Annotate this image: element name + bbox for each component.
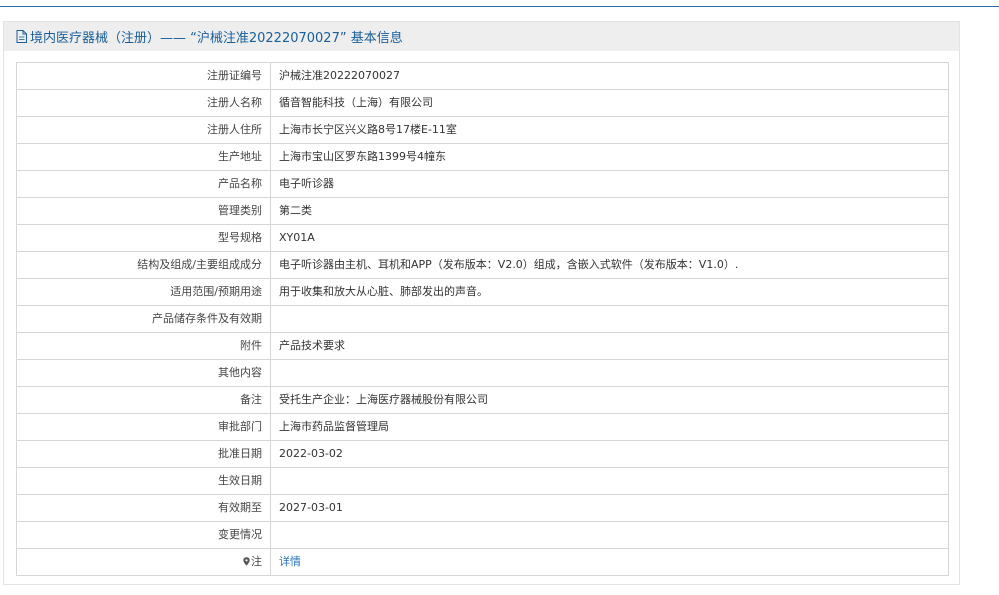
note-label-cell: 注 — [16, 548, 271, 576]
table-row: 变更情况 — [16, 521, 949, 549]
row-label: 管理类别 — [16, 197, 271, 225]
table-row: 审批部门 上海市药品监督管理局 — [16, 413, 949, 441]
table-row: 生效日期 — [16, 467, 949, 495]
note-label: 注 — [251, 555, 262, 568]
table-row: 产品名称 电子听诊器 — [16, 170, 949, 198]
row-value: 循音智能科技（上海）有限公司 — [270, 89, 949, 117]
table-row: 注册人住所 上海市长宁区兴义路8号17楼E-11室 — [16, 116, 949, 144]
row-label: 型号规格 — [16, 224, 271, 252]
info-table: 注册证编号 沪械注准20222070027 注册人名称 循音智能科技（上海）有限… — [16, 62, 949, 576]
document-icon — [16, 30, 27, 43]
row-label: 生产地址 — [16, 143, 271, 171]
row-label: 生效日期 — [16, 467, 271, 495]
row-label: 注册人住所 — [16, 116, 271, 144]
row-label: 注册证编号 — [16, 62, 271, 90]
row-value: 第二类 — [270, 197, 949, 225]
row-label: 结构及组成/主要组成成分 — [16, 251, 271, 279]
row-label: 其他内容 — [16, 359, 271, 387]
table-row: 管理类别 第二类 — [16, 197, 949, 225]
row-value: 上海市药品监督管理局 — [270, 413, 949, 441]
row-label: 备注 — [16, 386, 271, 414]
row-label: 批准日期 — [16, 440, 271, 468]
row-label: 产品名称 — [16, 170, 271, 198]
top-divider — [0, 6, 999, 7]
table-row: 结构及组成/主要组成成分 电子听诊器由主机、耳机和APP（发布版本：V2.0）组… — [16, 251, 949, 279]
row-value — [270, 359, 949, 387]
row-value: 电子听诊器由主机、耳机和APP（发布版本：V2.0）组成，含嵌入式软件（发布版本… — [270, 251, 949, 279]
row-value: XY01A — [270, 224, 949, 252]
panel-title: 境内医疗器械（注册）—— “沪械注准20222070027” 基本信息 — [30, 31, 403, 46]
row-value: 上海市宝山区罗东路1399号4幢东 — [270, 143, 949, 171]
table-row: 有效期至 2027-03-01 — [16, 494, 949, 522]
table-row: 批准日期 2022-03-02 — [16, 440, 949, 468]
pin-icon — [243, 557, 250, 566]
row-value: 用于收集和放大从心脏、肺部发出的声音。 — [270, 278, 949, 306]
details-link[interactable]: 详情 — [279, 555, 301, 568]
table-row-note: 注 详情 — [16, 548, 949, 576]
note-value-cell: 详情 — [270, 548, 949, 576]
info-panel: 境内医疗器械（注册）—— “沪械注准20222070027” 基本信息 注册证编… — [3, 21, 960, 585]
table-row: 生产地址 上海市宝山区罗东路1399号4幢东 — [16, 143, 949, 171]
row-value — [270, 467, 949, 495]
table-row: 注册人名称 循音智能科技（上海）有限公司 — [16, 89, 949, 117]
row-label: 有效期至 — [16, 494, 271, 522]
row-value: 上海市长宁区兴义路8号17楼E-11室 — [270, 116, 949, 144]
table-row: 适用范围/预期用途 用于收集和放大从心脏、肺部发出的声音。 — [16, 278, 949, 306]
table-row: 备注 受托生产企业：上海医疗器械股份有限公司 — [16, 386, 949, 414]
table-row: 附件 产品技术要求 — [16, 332, 949, 360]
row-value — [270, 305, 949, 333]
table-row: 注册证编号 沪械注准20222070027 — [16, 62, 949, 90]
row-label: 附件 — [16, 332, 271, 360]
row-label: 注册人名称 — [16, 89, 271, 117]
table-row: 其他内容 — [16, 359, 949, 387]
row-value: 受托生产企业：上海医疗器械股份有限公司 — [270, 386, 949, 414]
row-label: 变更情况 — [16, 521, 271, 549]
table-row: 产品储存条件及有效期 — [16, 305, 949, 333]
panel-header: 境内医疗器械（注册）—— “沪械注准20222070027” 基本信息 — [4, 22, 959, 51]
row-value: 产品技术要求 — [270, 332, 949, 360]
row-value: 沪械注准20222070027 — [270, 62, 949, 90]
row-label: 适用范围/预期用途 — [16, 278, 271, 306]
table-row: 型号规格 XY01A — [16, 224, 949, 252]
row-label: 审批部门 — [16, 413, 271, 441]
row-value: 2027-03-01 — [270, 494, 949, 522]
row-value: 2022-03-02 — [270, 440, 949, 468]
row-value: 电子听诊器 — [270, 170, 949, 198]
row-label: 产品储存条件及有效期 — [16, 305, 271, 333]
row-value — [270, 521, 949, 549]
